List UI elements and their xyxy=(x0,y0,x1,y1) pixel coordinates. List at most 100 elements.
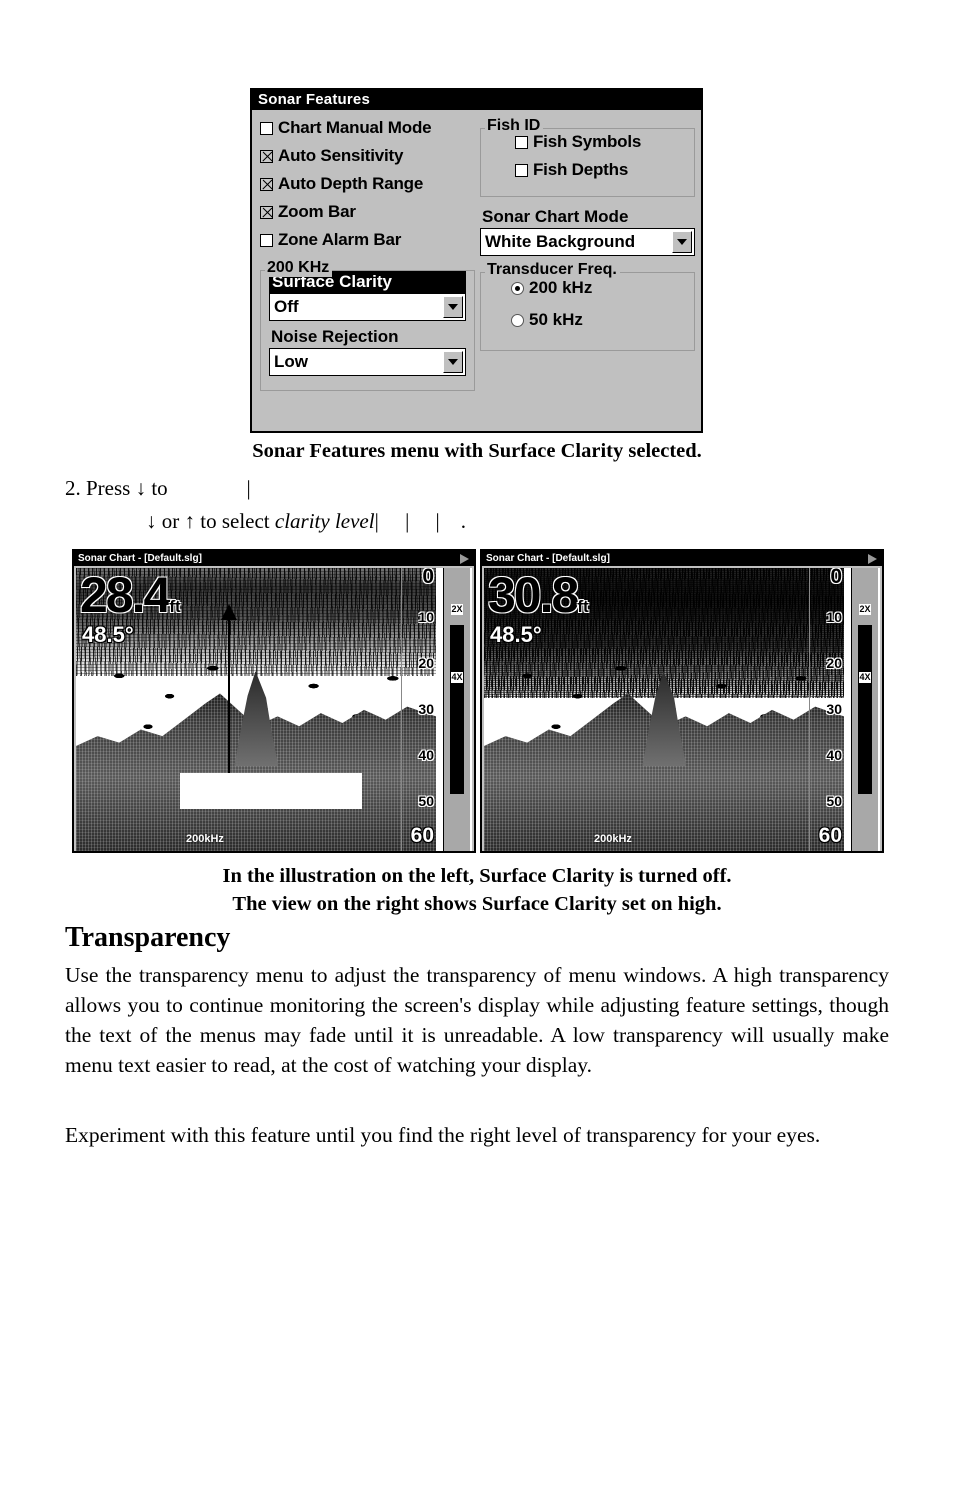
sonar-left-temperature: 48.5° xyxy=(82,622,134,647)
checkbox-label: Zone Alarm Bar xyxy=(278,230,402,249)
sonar-left-frequency-label: 200kHz xyxy=(186,833,224,845)
chevron-down-icon[interactable] xyxy=(672,231,692,253)
depth-tick: 60 xyxy=(818,824,842,847)
depth-unit: ft xyxy=(169,597,181,616)
depth-tick: 20 xyxy=(418,655,434,671)
sonar-right-depth-scale: 0 10 20 30 40 50 60 xyxy=(809,568,844,851)
checkbox-label: Zoom Bar xyxy=(278,202,356,221)
down-arrow-icon: ↓ xyxy=(146,509,157,533)
checkbox-box-icon[interactable] xyxy=(515,135,528,149)
radio-icon[interactable] xyxy=(511,313,524,327)
chevron-down-icon[interactable] xyxy=(443,296,463,318)
dialog-body: Chart Manual Mode Auto Sensitivity Auto … xyxy=(252,110,701,431)
checkbox-chart-manual-mode[interactable]: Chart Manual Mode xyxy=(260,114,475,142)
depth-tick: 40 xyxy=(826,747,842,763)
checkbox-fish-depths[interactable]: Fish Depths xyxy=(489,156,686,184)
depth-value: 28.4 xyxy=(80,568,171,623)
depth-tick: 50 xyxy=(418,793,434,809)
dropdown-sonar-chart-mode[interactable]: White Background xyxy=(480,228,695,256)
checkbox-box-icon[interactable] xyxy=(260,121,273,135)
checkbox-checked-icon[interactable] xyxy=(260,149,273,163)
dropdown-value: Off xyxy=(274,297,299,316)
checkbox-label: Fish Symbols xyxy=(533,132,642,151)
sonar-features-dialog: Sonar Features Chart Manual Mode Auto Se… xyxy=(250,88,703,433)
dialog-left-column: Chart Manual Mode Auto Sensitivity Auto … xyxy=(260,114,475,391)
dropdown-noise-rejection[interactable]: Low xyxy=(269,348,466,376)
sonar-right-zoom-bar[interactable]: 2X 4X xyxy=(851,568,878,851)
sonar-right-frequency-label: 200kHz xyxy=(594,833,632,845)
step-line-2: ↓ or ↑ to select clarity level| | | . xyxy=(146,505,466,538)
annotation-arrow-icon xyxy=(221,604,237,798)
group-legend-200-khz: 200 KHz xyxy=(265,259,333,277)
sonar-right-canvas: 30.8ft 48.5° 200kHz 0 10 20 30 40 50 60 … xyxy=(484,568,880,851)
depth-tick: 50 xyxy=(826,793,842,809)
step-or: or xyxy=(156,509,185,533)
sonar-screenshot-left: Sonar Chart - [Default.slg] 28.4ft 48.5°… xyxy=(72,549,476,853)
sonar-right-titlebar: Sonar Chart - [Default.slg] xyxy=(482,551,882,566)
sonar-right-title-text: Sonar Chart - [Default.slg] xyxy=(486,553,610,564)
checkbox-checked-icon[interactable] xyxy=(260,205,273,219)
depth-tick: 0 xyxy=(830,568,842,588)
dialog-title: Sonar Features xyxy=(252,90,701,110)
step-text: to select xyxy=(195,509,275,533)
step-mid: to xyxy=(146,476,168,500)
zoom-mark-2x: 2X xyxy=(859,604,871,615)
figure2-caption-line-1: In the illustration on the left, Surface… xyxy=(222,865,732,887)
checkbox-label: Chart Manual Mode xyxy=(278,118,432,137)
dropdown-value: White Background xyxy=(485,232,636,251)
sonar-left-canvas: 28.4ft 48.5° 200kHz 0 10 20 30 40 50 60 … xyxy=(76,568,472,851)
play-arrow-icon xyxy=(868,554,877,564)
sonar-left-titlebar: Sonar Chart - [Default.slg] xyxy=(74,551,474,566)
zoom-mark-4x: 4X xyxy=(451,672,463,683)
zoom-bar-range xyxy=(858,624,872,795)
field-label-noise-rejection[interactable]: Noise Rejection xyxy=(269,325,466,348)
dropdown-value: Low xyxy=(274,352,308,371)
zoom-bar-range xyxy=(450,624,464,795)
depth-unit: ft xyxy=(577,597,589,616)
sonar-left-depth-scale: 0 10 20 30 40 50 60 xyxy=(401,568,436,851)
up-arrow-icon: ↑ xyxy=(184,509,196,533)
step-line-1: 2. Press ↓ to | xyxy=(65,472,251,505)
group-legend-transducer-freq: Transducer Freq. xyxy=(485,261,620,279)
body-paragraph-2: Experiment with this feature until you f… xyxy=(65,1123,821,1147)
checkbox-auto-depth-range[interactable]: Auto Depth Range xyxy=(260,170,475,198)
zoom-mark-4x: 4X xyxy=(859,672,871,683)
sonar-left-chart-area: 28.4ft 48.5° 200kHz xyxy=(76,568,436,851)
depth-tick: 60 xyxy=(410,824,434,847)
depth-tick: 0 xyxy=(422,568,434,588)
checkbox-zoom-bar[interactable]: Zoom Bar xyxy=(260,198,475,226)
step-italic-term: clarity level xyxy=(274,509,375,533)
sonar-right-chart-area: 30.8ft 48.5° 200kHz xyxy=(484,568,844,851)
checkbox-zone-alarm-bar[interactable]: Zone Alarm Bar xyxy=(260,226,475,254)
depth-tick: 30 xyxy=(418,701,434,717)
checkbox-label: Auto Depth Range xyxy=(278,174,424,193)
depth-value: 30.8 xyxy=(488,568,579,623)
radio-label: 50 kHz xyxy=(529,310,583,329)
checkbox-checked-icon[interactable] xyxy=(260,177,273,191)
group-fish-id: Fish ID Fish Symbols Fish Depths xyxy=(480,117,695,197)
play-arrow-icon xyxy=(460,554,469,564)
step-period: . xyxy=(460,509,466,533)
depth-tick: 20 xyxy=(826,655,842,671)
depth-tick: 30 xyxy=(826,701,842,717)
radio-50-khz[interactable]: 50 kHz xyxy=(489,304,686,336)
radio-label: 200 kHz xyxy=(529,278,593,297)
checkbox-box-icon[interactable] xyxy=(515,163,528,177)
figure2-caption-line-2: The view on the right shows Surface Clar… xyxy=(232,893,722,915)
chevron-down-icon[interactable] xyxy=(443,351,463,373)
dialog-right-column: Fish ID Fish Symbols Fish Depths Sonar C… xyxy=(480,114,695,351)
field-label-sonar-chart-mode: Sonar Chart Mode xyxy=(482,207,629,226)
radio-selected-icon[interactable] xyxy=(511,281,524,295)
checkbox-box-icon[interactable] xyxy=(260,233,273,247)
group-legend-fish-id: Fish ID xyxy=(485,117,544,135)
page-title: Transparency xyxy=(65,922,231,953)
zoom-mark-2x: 2X xyxy=(451,604,463,615)
dropdown-surface-clarity[interactable]: Off xyxy=(269,293,466,321)
sonar-right-temperature: 48.5° xyxy=(490,622,542,647)
step-bar: | xyxy=(246,476,251,500)
body-paragraph-1: Use the transparency menu to adjust the … xyxy=(65,963,889,1077)
checkbox-auto-sensitivity[interactable]: Auto Sensitivity xyxy=(260,142,475,170)
sonar-left-zoom-bar[interactable]: 2X 4X xyxy=(443,568,470,851)
group-200-khz: 200 KHz Surface Clarity Off Noise Reject… xyxy=(260,259,475,391)
figure1-caption: Sonar Features menu with Surface Clarity… xyxy=(252,440,702,462)
